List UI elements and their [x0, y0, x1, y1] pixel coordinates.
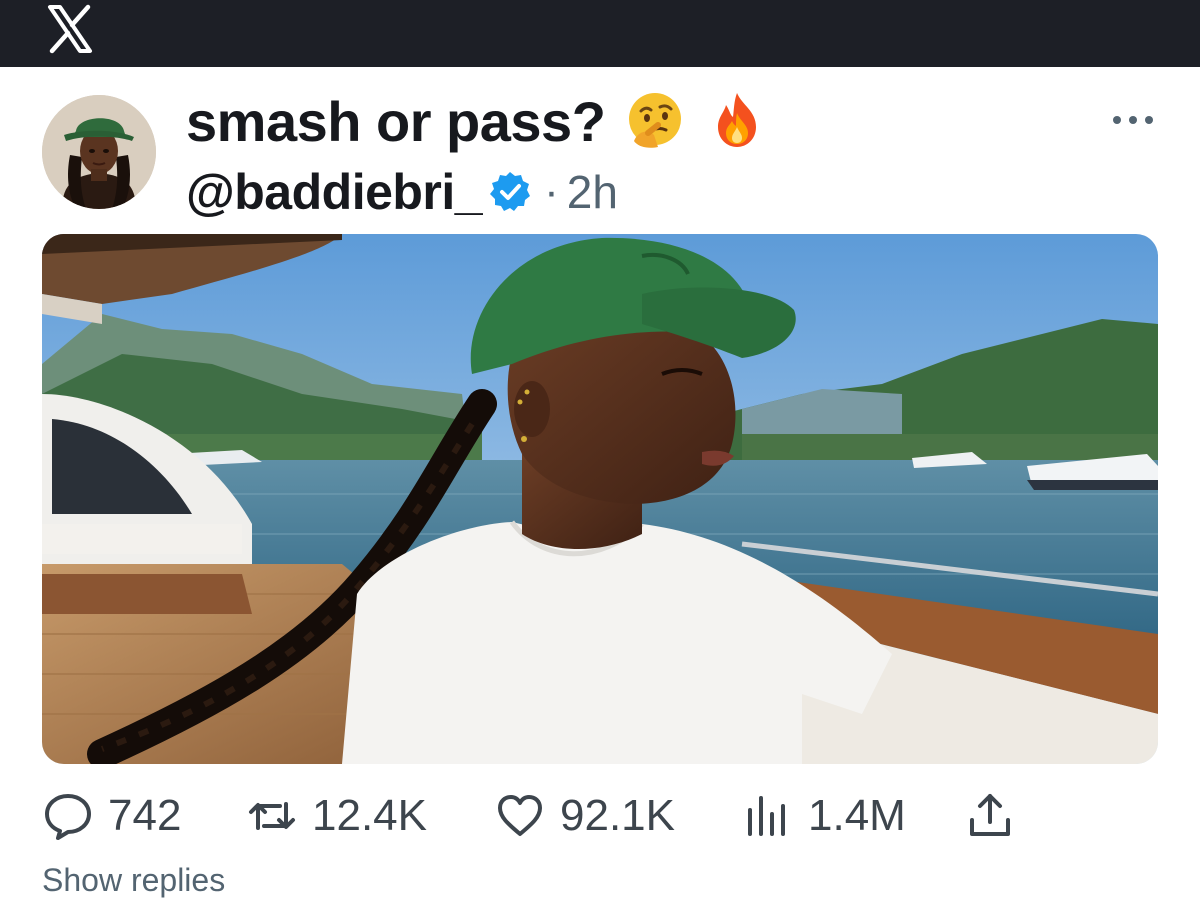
post-image[interactable] — [42, 234, 1158, 764]
repost-count: 12.4K — [312, 791, 427, 840]
reply-button[interactable]: 742 — [42, 790, 181, 842]
thinking-face-icon — [629, 93, 682, 148]
comment-icon — [45, 794, 91, 840]
share-button[interactable] — [964, 790, 1016, 842]
views-bar-chart-icon — [748, 796, 785, 836]
views-button[interactable]: 1.4M — [742, 790, 906, 842]
more-horizontal-icon[interactable] — [1110, 108, 1156, 132]
fire-icon — [717, 93, 756, 147]
reply-count: 742 — [108, 791, 182, 840]
show-replies-link[interactable]: Show replies — [42, 862, 225, 899]
repost-button[interactable]: 12.4K — [246, 790, 427, 842]
author-row: @baddiebri_ · 2h — [186, 160, 618, 224]
x-logo-icon[interactable] — [44, 3, 96, 55]
author-handle[interactable]: @baddiebri_ — [186, 163, 483, 221]
avatar[interactable] — [42, 95, 156, 209]
heart-icon — [498, 795, 542, 836]
views-count: 1.4M — [808, 791, 906, 840]
post-text: smash or pass? — [186, 88, 768, 156]
post-time[interactable]: 2h — [567, 165, 618, 219]
share-upload-icon — [970, 794, 1010, 836]
top-bar — [0, 0, 1200, 67]
post-text-label: smash or pass? — [186, 90, 606, 153]
repost-icon — [249, 802, 295, 830]
separator-dot: · — [544, 167, 559, 216]
verified-badge-icon[interactable] — [488, 170, 532, 214]
like-button[interactable]: 92.1K — [494, 790, 675, 842]
like-count: 92.1K — [560, 791, 675, 840]
